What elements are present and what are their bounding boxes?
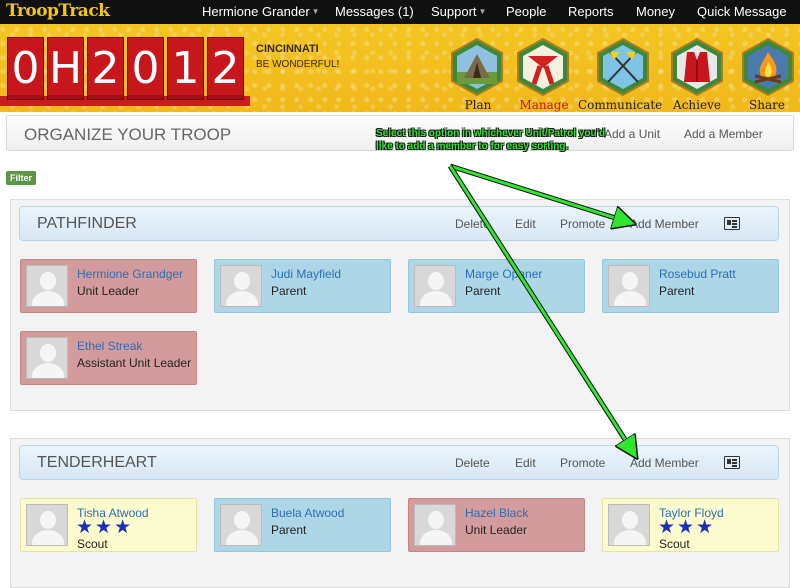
badge-label-manage[interactable]: Manage [502,98,586,112]
badge-label-communicate[interactable]: Communicate [578,98,662,112]
add-member-button[interactable]: Add Member [630,217,699,231]
member-card[interactable]: Ethel Streak Assistant Unit Leader [20,331,197,385]
unit-header: PATHFINDER Delete Edit Promote Add Membe… [19,206,779,241]
support-menu[interactable]: Support ▼ [431,4,486,19]
troop-number-counter: 0 H 2 0 1 2 [7,37,244,100]
quick-message-link[interactable]: Quick Message [697,4,787,19]
counter-digit: 0 [7,37,44,100]
badge-label-share[interactable]: Share [725,98,800,112]
avatar [220,265,262,307]
unit-header: TENDERHEART Delete Edit Promote Add Memb… [19,445,779,480]
unit-name: PATHFINDER [37,215,137,232]
money-link[interactable]: Money [636,4,675,19]
avatar [414,504,456,546]
member-card[interactable]: Rosebud Pratt Parent [602,259,779,313]
member-card[interactable]: Tisha Atwood ★ ★ ★ Scout [20,498,197,552]
roster-card-icon[interactable] [724,456,740,469]
unit-name: TENDERHEART [37,454,157,471]
member-name-link[interactable]: Hermione Grandger [77,267,183,281]
avatar [26,337,68,379]
star-icon: ★ [95,517,113,538]
member-name-link[interactable]: Hazel Black [465,506,528,520]
avatar [220,504,262,546]
promote-unit-button[interactable]: Promote [560,456,605,470]
member-role: Scout [659,537,690,551]
avatar [26,504,68,546]
member-name-link[interactable]: Buela Atwood [271,506,344,520]
troop-city: CINCINNATI [256,43,319,55]
add-member-button[interactable]: Add Member [630,456,699,470]
campfire-badge-icon[interactable] [741,38,795,96]
counter-digit: 2 [207,37,244,100]
member-card[interactable]: Hermione Grandger Unit Leader [20,259,197,313]
member-card[interactable]: Marge Opaner Parent [408,259,585,313]
unit-panel-pathfinder: PATHFINDER Delete Edit Promote Add Membe… [10,199,790,411]
rank-stars: ★ ★ ★ [76,518,133,538]
star-icon: ★ [76,517,94,538]
member-card[interactable]: Buela Atwood Parent [214,498,391,552]
member-name-link[interactable]: Marge Opaner [465,267,542,281]
page-title: ORGANIZE YOUR TROOP [24,125,232,144]
counter-digit: 0 [127,37,164,100]
chevron-down-icon: ▼ [478,7,487,16]
rank-stars: ★ ★ ★ [658,518,715,538]
people-link[interactable]: People [506,4,546,19]
vest-badge-icon[interactable] [670,38,724,96]
member-name-link[interactable]: Ethel Streak [77,339,142,353]
tent-badge-icon[interactable] [450,38,504,96]
scarf-badge-icon[interactable] [516,38,570,96]
member-role: Scout [77,537,108,551]
roster-card-icon[interactable] [724,217,740,230]
star-icon: ★ [677,517,695,538]
unit-panel-tenderheart: TENDERHEART Delete Edit Promote Add Memb… [10,438,790,588]
star-icon: ★ [114,517,132,538]
tutorial-annotation: Select this option in whichever Unit/Pat… [376,128,606,152]
add-unit-link[interactable]: Add a Unit [604,127,660,141]
member-name-link[interactable]: Rosebud Pratt [659,267,736,281]
delete-unit-button[interactable]: Delete [455,456,490,470]
add-a-member-link[interactable]: Add a Member [684,127,763,141]
messages-link[interactable]: Messages (1) [335,4,414,19]
flags-badge-icon[interactable] [596,38,650,96]
edit-unit-button[interactable]: Edit [515,456,536,470]
brand-logo[interactable]: TroopTrack [6,1,110,23]
promote-unit-button[interactable]: Promote [560,217,605,231]
user-menu-label: Hermione Grander [202,4,310,19]
member-role: Parent [465,284,501,298]
member-role: Unit Leader [465,523,528,537]
filter-button[interactable]: Filter [6,171,37,185]
member-role: Unit Leader [77,284,140,298]
member-role: Parent [271,284,307,298]
troop-tagline: BE WONDERFUL! [256,59,340,70]
star-icon: ★ [696,517,714,538]
member-card[interactable]: Judi Mayfield Parent [214,259,391,313]
chevron-down-icon: ▼ [311,7,320,16]
avatar [26,265,68,307]
star-icon: ★ [658,517,676,538]
member-card[interactable]: Taylor Floyd ★ ★ ★ Scout [602,498,779,552]
support-menu-label: Support [431,4,477,19]
counter-digit: 1 [167,37,204,100]
member-role: Assistant Unit Leader [77,356,192,370]
counter-digit: 2 [87,37,124,100]
top-navbar: TroopTrack Hermione Grander ▼ Messages (1… [0,0,800,24]
user-menu[interactable]: Hermione Grander ▼ [202,4,320,19]
avatar [608,504,650,546]
member-role: Parent [659,284,695,298]
member-card[interactable]: Hazel Black Unit Leader [408,498,585,552]
delete-unit-button[interactable]: Delete [455,217,490,231]
member-role: Parent [271,523,307,537]
counter-digit: H [47,37,84,100]
avatar [414,265,456,307]
member-name-link[interactable]: Judi Mayfield [271,267,341,281]
edit-unit-button[interactable]: Edit [515,217,536,231]
reports-link[interactable]: Reports [568,4,614,19]
avatar [608,265,650,307]
